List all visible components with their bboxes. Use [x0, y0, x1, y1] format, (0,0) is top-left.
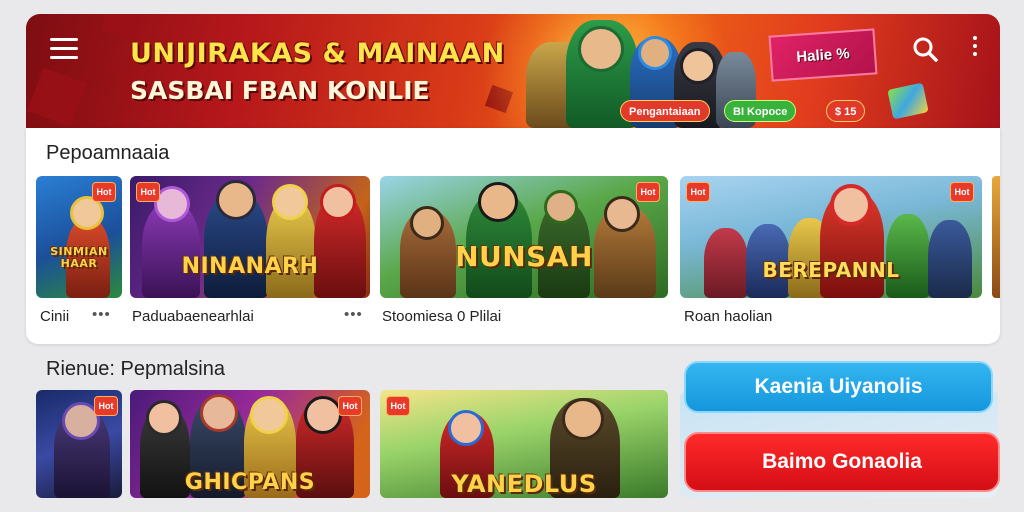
promo-chip[interactable]: BI Kopoce	[724, 100, 797, 122]
game-logo: BEREPANNL	[762, 258, 900, 282]
hot-badge: Hot	[950, 182, 974, 202]
game-logo: NINANARH	[181, 254, 319, 279]
game-tile[interactable]: Hot SINMIAN HAAR	[36, 176, 122, 298]
section-title: Pepoamnaaia	[46, 142, 170, 164]
game-tile[interactable]: Hot NINANARH	[130, 176, 370, 298]
search-icon[interactable]	[912, 36, 938, 62]
more-options-icon[interactable]: •••	[344, 306, 363, 323]
gift-icon	[887, 82, 929, 120]
promo-chip[interactable]: Pengantaiaan	[620, 100, 710, 122]
game-tile[interactable]: Hot NUNSAH	[380, 176, 668, 298]
more-options-icon[interactable]: •••	[92, 306, 111, 323]
promo-chip[interactable]: $ 15	[826, 100, 866, 122]
game-title: Roan haolian	[684, 308, 773, 325]
secondary-cta-button[interactable]: Baimo Gonaolia	[684, 432, 1000, 492]
menu-icon[interactable]	[50, 38, 78, 60]
game-tile-partial[interactable]	[992, 176, 1000, 298]
game-tile[interactable]: Hot GHICPANS	[130, 390, 370, 498]
hero-subtitle: SASBAI FBAN KONLIE	[130, 76, 430, 105]
decor-cube	[27, 67, 87, 127]
section-title: Rienue: Pepmalsina	[46, 358, 225, 380]
hot-badge: Hot	[338, 396, 362, 416]
game-title: Paduabaenearhlai	[132, 308, 254, 325]
game-logo: YANEDLUS	[451, 470, 597, 498]
game-logo: SINMIAN HAAR	[50, 245, 108, 270]
more-vertical-icon[interactable]	[970, 36, 980, 62]
game-title: Stoomiesa 0 Plilai	[382, 308, 502, 325]
game-tile[interactable]: Hot Hot BEREPANNL	[680, 176, 982, 298]
game-tile[interactable]: Hot YANEDLUS	[380, 390, 668, 498]
game-tile[interactable]: Hot	[36, 390, 122, 498]
hot-badge: Hot	[94, 396, 118, 416]
decor-cube	[100, 14, 148, 42]
hot-badge: Hot	[92, 182, 116, 202]
primary-cta-button[interactable]: Kaenia Uiyanolis	[684, 361, 993, 413]
game-logo: NUNSAH	[455, 240, 593, 273]
hot-badge: Hot	[686, 182, 710, 202]
hot-badge: Hot	[136, 182, 160, 202]
hero-banner: UNIJIRAKAS & MAINAAN SASBAI FBAN KONLIE …	[26, 14, 1000, 128]
hero-title: UNIJIRAKAS & MAINAAN	[130, 38, 505, 69]
hot-badge: Hot	[386, 396, 410, 416]
game-title: Cinii	[40, 308, 70, 325]
hot-badge: Hot	[636, 182, 660, 202]
game-logo: GHICPANS	[184, 470, 316, 495]
promo-tag[interactable]: Halie %	[768, 28, 878, 82]
